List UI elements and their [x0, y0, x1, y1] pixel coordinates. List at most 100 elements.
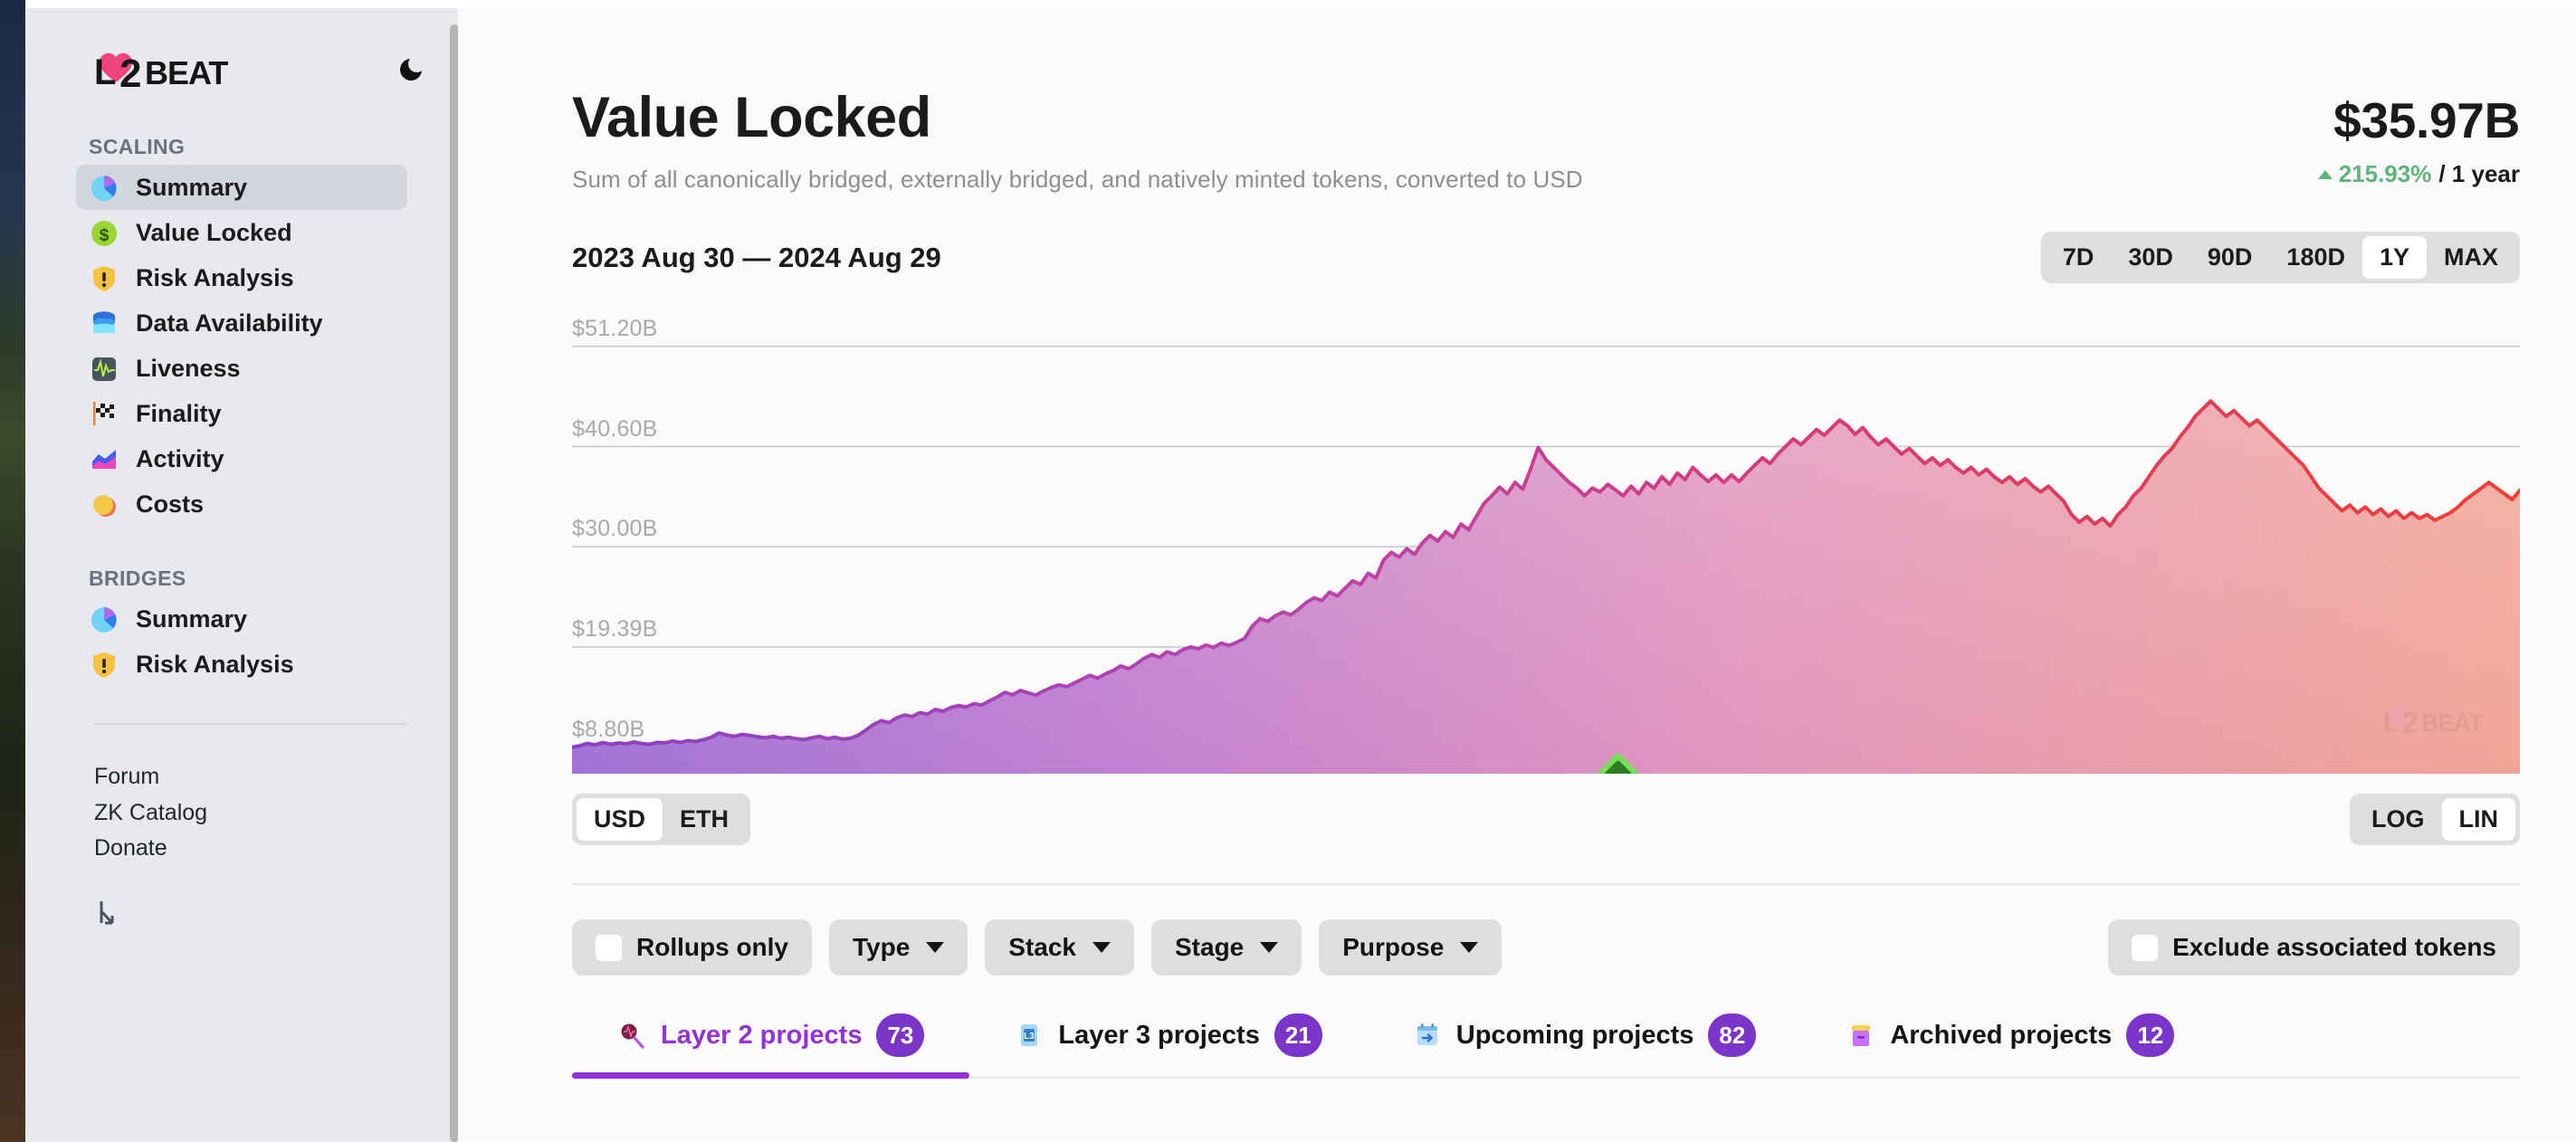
tab-count-badge: 21 [1274, 1014, 1322, 1058]
change-period: / 1 year [2438, 160, 2520, 187]
sidebar-item-bridges-summary[interactable]: Summary [76, 596, 407, 642]
coin-icon [89, 489, 119, 519]
sidebar-item-label: Finality [136, 399, 222, 427]
page-title: Value Locked [572, 86, 931, 149]
filter-stack-label: Stack [1008, 933, 1076, 962]
rollups-only-checkbox[interactable] [596, 934, 622, 961]
collapse-sidebar-arrow-icon[interactable] [25, 867, 458, 935]
arrow-up-icon [2317, 169, 2333, 179]
sidebar-item-label: Liveness [136, 354, 241, 382]
sidebar-item-label: Summary [136, 173, 248, 201]
pie-chart-icon [89, 172, 119, 203]
exclude-associated-tokens-checkbox[interactable] [2132, 934, 2159, 961]
svg-text:L3: L3 [1025, 1032, 1035, 1042]
change-summary: 215.93% / 1 year [2317, 160, 2520, 188]
chart-canvas [572, 346, 2520, 775]
sidebar-item-risk-analysis[interactable]: Risk Analysis [76, 255, 407, 300]
sidebar-item-label: Value Locked [136, 218, 292, 246]
moon-icon[interactable] [396, 55, 425, 89]
tab-archived-projects[interactable]: Archived projects 12 [1801, 1014, 2219, 1079]
tab-active-underline [572, 1072, 969, 1080]
chevron-down-icon [1260, 942, 1279, 954]
sidebar-item-label: Data Availability [136, 309, 323, 337]
exclude-associated-tokens-filter[interactable]: Exclude associated tokens [2108, 919, 2520, 976]
date-range-label: 2023 Aug 30 — 2024 Aug 29 [572, 241, 941, 273]
pulse-icon [89, 353, 119, 384]
sidebar-item-data-availability[interactable]: Data Availability [76, 300, 407, 346]
total-value: $35.97B [2333, 92, 2520, 148]
filters-left-group: Rollups only Type Stack Stage Purpose [572, 919, 1503, 976]
y-axis-label: $8.80B [572, 716, 645, 742]
sidebar-item-value-locked[interactable]: $ Value Locked [76, 210, 407, 255]
svg-text:BEAT: BEAT [145, 54, 228, 91]
change-percent-group: 215.93% [2317, 160, 2431, 188]
tab-count-badge: 12 [2126, 1014, 2175, 1058]
chart-toggles: USD ETH LOG LIN [572, 794, 2520, 846]
tab-count-badge: 73 [876, 1014, 925, 1058]
page-subtitle: Sum of all canonically bridged, external… [572, 166, 1583, 194]
tab-layer-3-projects[interactable]: L3 Layer 3 projects 21 [969, 1014, 1367, 1079]
range-row: 2023 Aug 30 — 2024 Aug 29 7D 30D 90D 180… [572, 232, 2520, 284]
scale-option-lin[interactable]: LIN [2441, 798, 2515, 842]
svg-text:L: L [2383, 708, 2399, 738]
unit-option-usd[interactable]: USD [577, 798, 663, 842]
dollar-circle-icon: $ [89, 217, 119, 248]
sidebar-item-scaling-summary[interactable]: Summary [76, 165, 407, 210]
window-top-edge [25, 0, 2576, 8]
range-option-180d[interactable]: 180D [2269, 236, 2362, 279]
rollups-only-filter[interactable]: Rollups only [572, 919, 812, 976]
range-option-max[interactable]: MAX [2427, 236, 2515, 279]
sidebar-brand: L 2 BEAT [25, 8, 458, 95]
filter-stage-dropdown[interactable]: Stage [1151, 919, 1302, 976]
main-content: Value Locked Sum of all canonically brid… [458, 8, 2576, 1142]
range-option-90d[interactable]: 90D [2190, 236, 2270, 279]
filter-purpose-dropdown[interactable]: Purpose [1319, 919, 1503, 976]
y-axis-label: $51.20B [572, 315, 658, 341]
tab-upcoming-projects[interactable]: Upcoming projects 82 [1368, 1014, 1802, 1079]
chevron-down-icon [926, 942, 945, 954]
unit-toggle[interactable]: USD ETH [572, 794, 751, 846]
checkered-flag-icon [89, 398, 119, 429]
filter-stage-label: Stage [1175, 933, 1245, 962]
unit-option-eth[interactable]: ETH [663, 798, 746, 841]
svg-text:2: 2 [119, 52, 141, 95]
sidebar-item-liveness[interactable]: Liveness [76, 346, 407, 391]
calendar-arrow-icon [1413, 1021, 1442, 1050]
sidebar-link-donate[interactable]: Donate [94, 831, 458, 867]
tab-layer-2-projects[interactable]: Layer 2 projects 73 [572, 1014, 969, 1080]
sidebar-item-label: Costs [136, 490, 205, 518]
sidebar-item-label: Activity [136, 444, 224, 472]
svg-text:2: 2 [2401, 706, 2418, 739]
range-option-7d[interactable]: 7D [2046, 236, 2112, 279]
sidebar-item-bridges-risk-analysis[interactable]: Risk Analysis [76, 642, 407, 687]
filter-type-label: Type [853, 933, 911, 962]
tab-label: Layer 2 projects [661, 1020, 863, 1050]
svg-text:BEAT: BEAT [2421, 709, 2484, 737]
value-locked-chart[interactable]: $51.20B $40.60B $30.00B $19.39B $8.80B L… [572, 310, 2520, 775]
sidebar-link-forum[interactable]: Forum [94, 759, 458, 795]
scale-toggle[interactable]: LOG LIN [2350, 794, 2520, 846]
range-option-30d[interactable]: 30D [2111, 236, 2190, 279]
filters-row: Rollups only Type Stack Stage Purpose Ex… [572, 919, 2520, 976]
layer3-icon: L3 [1015, 1021, 1044, 1050]
sidebar-item-activity[interactable]: Activity [76, 436, 407, 481]
sidebar-item-finality[interactable]: Finality [76, 391, 407, 436]
filter-stack-dropdown[interactable]: Stack [985, 919, 1134, 976]
header-stats: $35.97B 215.93% / 1 year [2317, 88, 2520, 188]
database-icon [89, 308, 119, 338]
scale-option-log[interactable]: LOG [2354, 798, 2442, 841]
sidebar-item-label: Risk Analysis [136, 650, 294, 678]
l2beat-logo[interactable]: L 2 BEAT [89, 48, 270, 95]
sidebar-item-costs[interactable]: Costs [76, 481, 407, 527]
svg-text:$: $ [100, 226, 110, 245]
filter-type-dropdown[interactable]: Type [829, 919, 968, 976]
range-option-1y[interactable]: 1Y [2361, 236, 2427, 280]
y-axis-label: $19.39B [572, 616, 658, 642]
y-axis-label: $40.60B [572, 415, 658, 442]
sidebar: L 2 BEAT SCALING Summary $ Value Locked … [25, 8, 459, 1142]
sidebar-link-zk-catalog[interactable]: ZK Catalog [94, 795, 458, 832]
tab-count-badge: 82 [1708, 1014, 1757, 1058]
projects-tabs: Layer 2 projects 73 L3 Layer 3 projects … [572, 1014, 2520, 1080]
tab-label: Archived projects [1890, 1020, 2113, 1050]
time-range-selector[interactable]: 7D 30D 90D 180D 1Y MAX [2040, 232, 2520, 284]
